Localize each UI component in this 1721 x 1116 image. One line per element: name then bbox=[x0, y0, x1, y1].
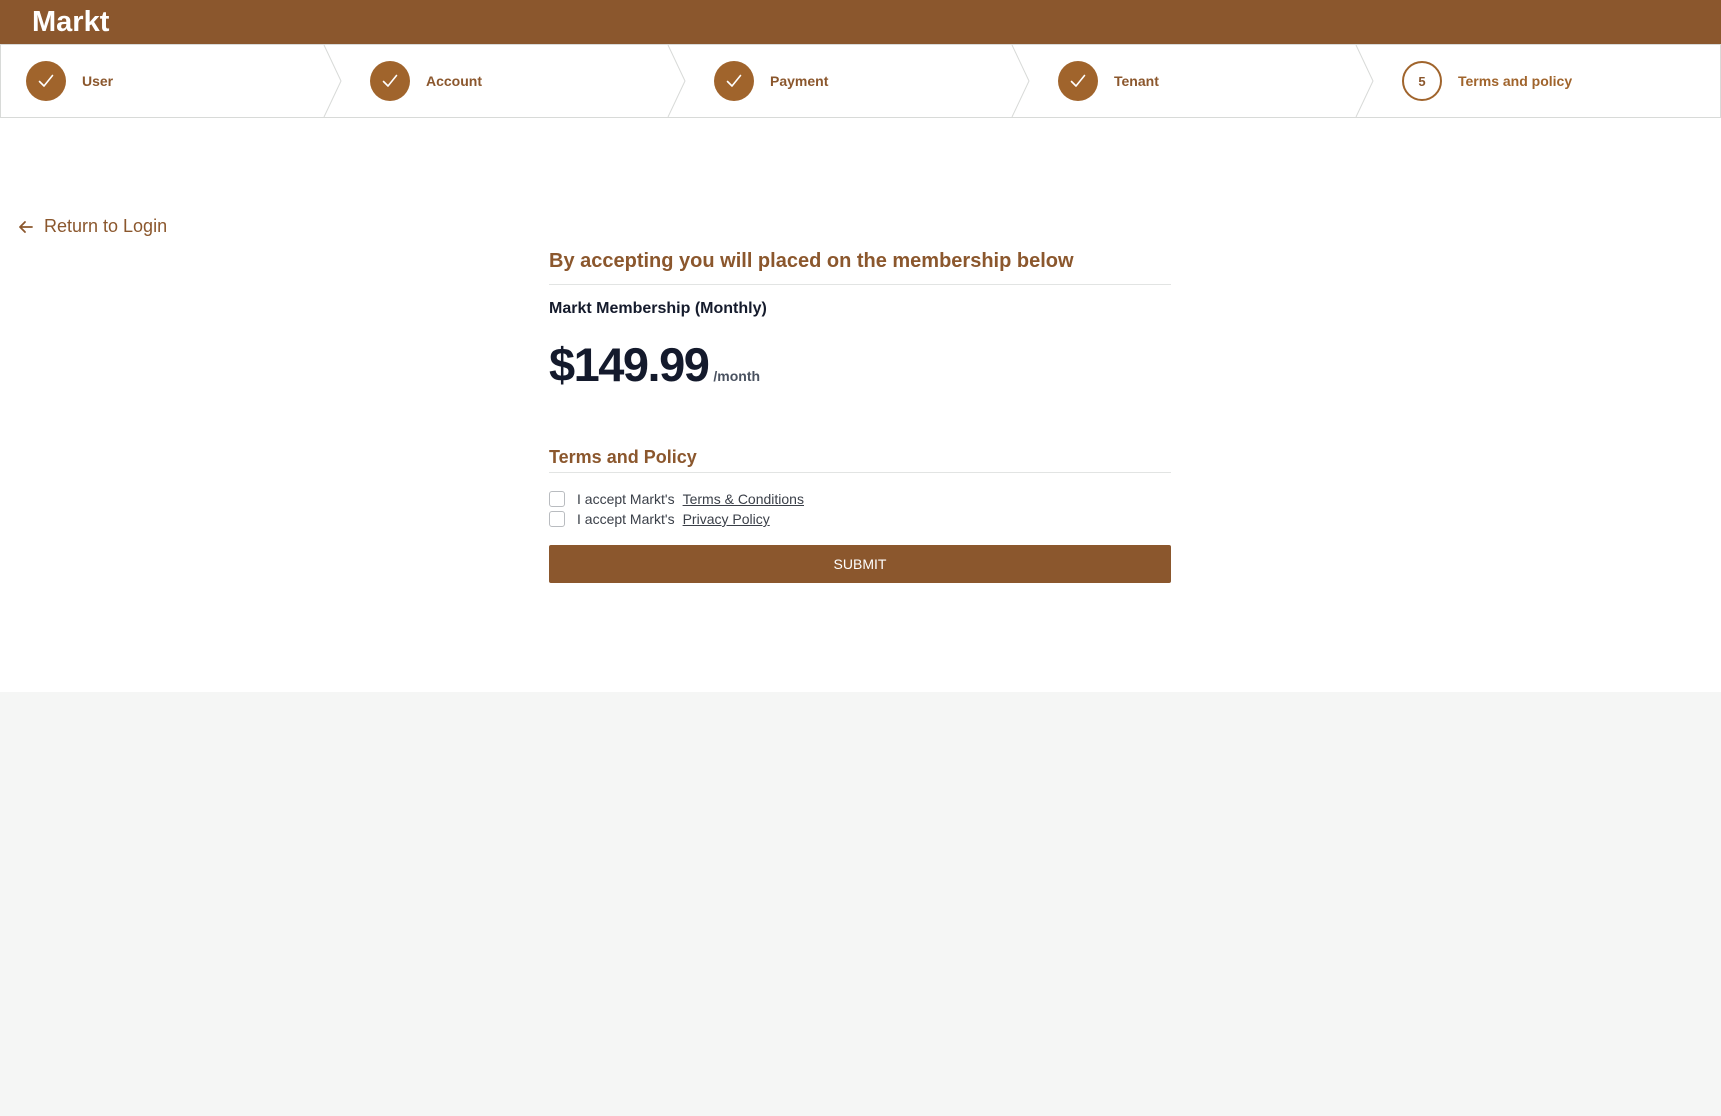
terms-conditions-link[interactable]: Terms & Conditions bbox=[683, 491, 804, 507]
step-terms-and-policy[interactable]: 5 Terms and policy bbox=[1402, 45, 1572, 117]
step-label: User bbox=[82, 73, 114, 89]
step-label: Tenant bbox=[1114, 73, 1159, 89]
step-separator bbox=[1355, 45, 1374, 117]
step-account[interactable]: Account bbox=[370, 45, 482, 117]
membership-heading: By accepting you will placed on the memb… bbox=[549, 250, 1171, 285]
step-separator bbox=[323, 45, 342, 117]
step-tenant[interactable]: Tenant bbox=[1058, 45, 1159, 117]
privacy-policy-row: I accept Markt's Privacy Policy bbox=[549, 509, 1171, 529]
plan-name: Markt Membership (Monthly) bbox=[549, 300, 767, 317]
brand-logo: Markt bbox=[32, 6, 110, 38]
plan-price: $149.99 bbox=[549, 338, 710, 391]
return-to-login-label: Return to Login bbox=[44, 216, 168, 236]
step-user[interactable]: User bbox=[26, 45, 113, 117]
step-label: Account bbox=[426, 73, 482, 89]
privacy-policy-text: I accept Markt's bbox=[577, 511, 675, 527]
check-icon bbox=[726, 74, 742, 87]
step-number-badge: 5 bbox=[1402, 61, 1442, 101]
privacy-policy-checkbox[interactable] bbox=[549, 511, 565, 527]
terms-conditions-text: I accept Markt's bbox=[577, 491, 675, 507]
terms-checklist: I accept Markt's Terms & Conditions I ac… bbox=[549, 489, 1171, 529]
submit-button[interactable]: SUBMIT bbox=[549, 545, 1171, 583]
step-separator bbox=[667, 45, 686, 117]
check-icon bbox=[38, 74, 54, 87]
terms-conditions-row: I accept Markt's Terms & Conditions bbox=[549, 489, 1171, 509]
check-icon bbox=[382, 74, 398, 87]
privacy-policy-link[interactable]: Privacy Policy bbox=[683, 511, 770, 527]
step-complete-badge bbox=[26, 61, 66, 101]
terms-conditions-checkbox[interactable] bbox=[549, 491, 565, 507]
terms-heading: Terms and Policy bbox=[549, 447, 1171, 473]
step-label: Terms and policy bbox=[1458, 73, 1573, 89]
page: Markt User Account Payment Tenant 5 Term… bbox=[0, 0, 1721, 1116]
step-payment[interactable]: Payment bbox=[714, 45, 828, 117]
top-bar: Markt bbox=[0, 0, 1721, 44]
step-complete-badge bbox=[714, 61, 754, 101]
step-separator bbox=[1011, 45, 1030, 117]
membership-panel: By accepting you will placed on the memb… bbox=[549, 250, 1171, 583]
progress-stepper: User Account Payment Tenant 5 Terms and … bbox=[0, 44, 1721, 118]
billing-period: /month bbox=[713, 368, 761, 384]
step-complete-badge bbox=[370, 61, 410, 101]
step-complete-badge bbox=[1058, 61, 1098, 101]
step-label: Payment bbox=[770, 73, 829, 89]
price-row: $149.99 /month bbox=[549, 340, 1171, 390]
check-icon bbox=[1070, 74, 1086, 87]
return-to-login-link[interactable]: Return to Login bbox=[17, 216, 167, 237]
arrow-left-icon bbox=[19, 220, 33, 233]
